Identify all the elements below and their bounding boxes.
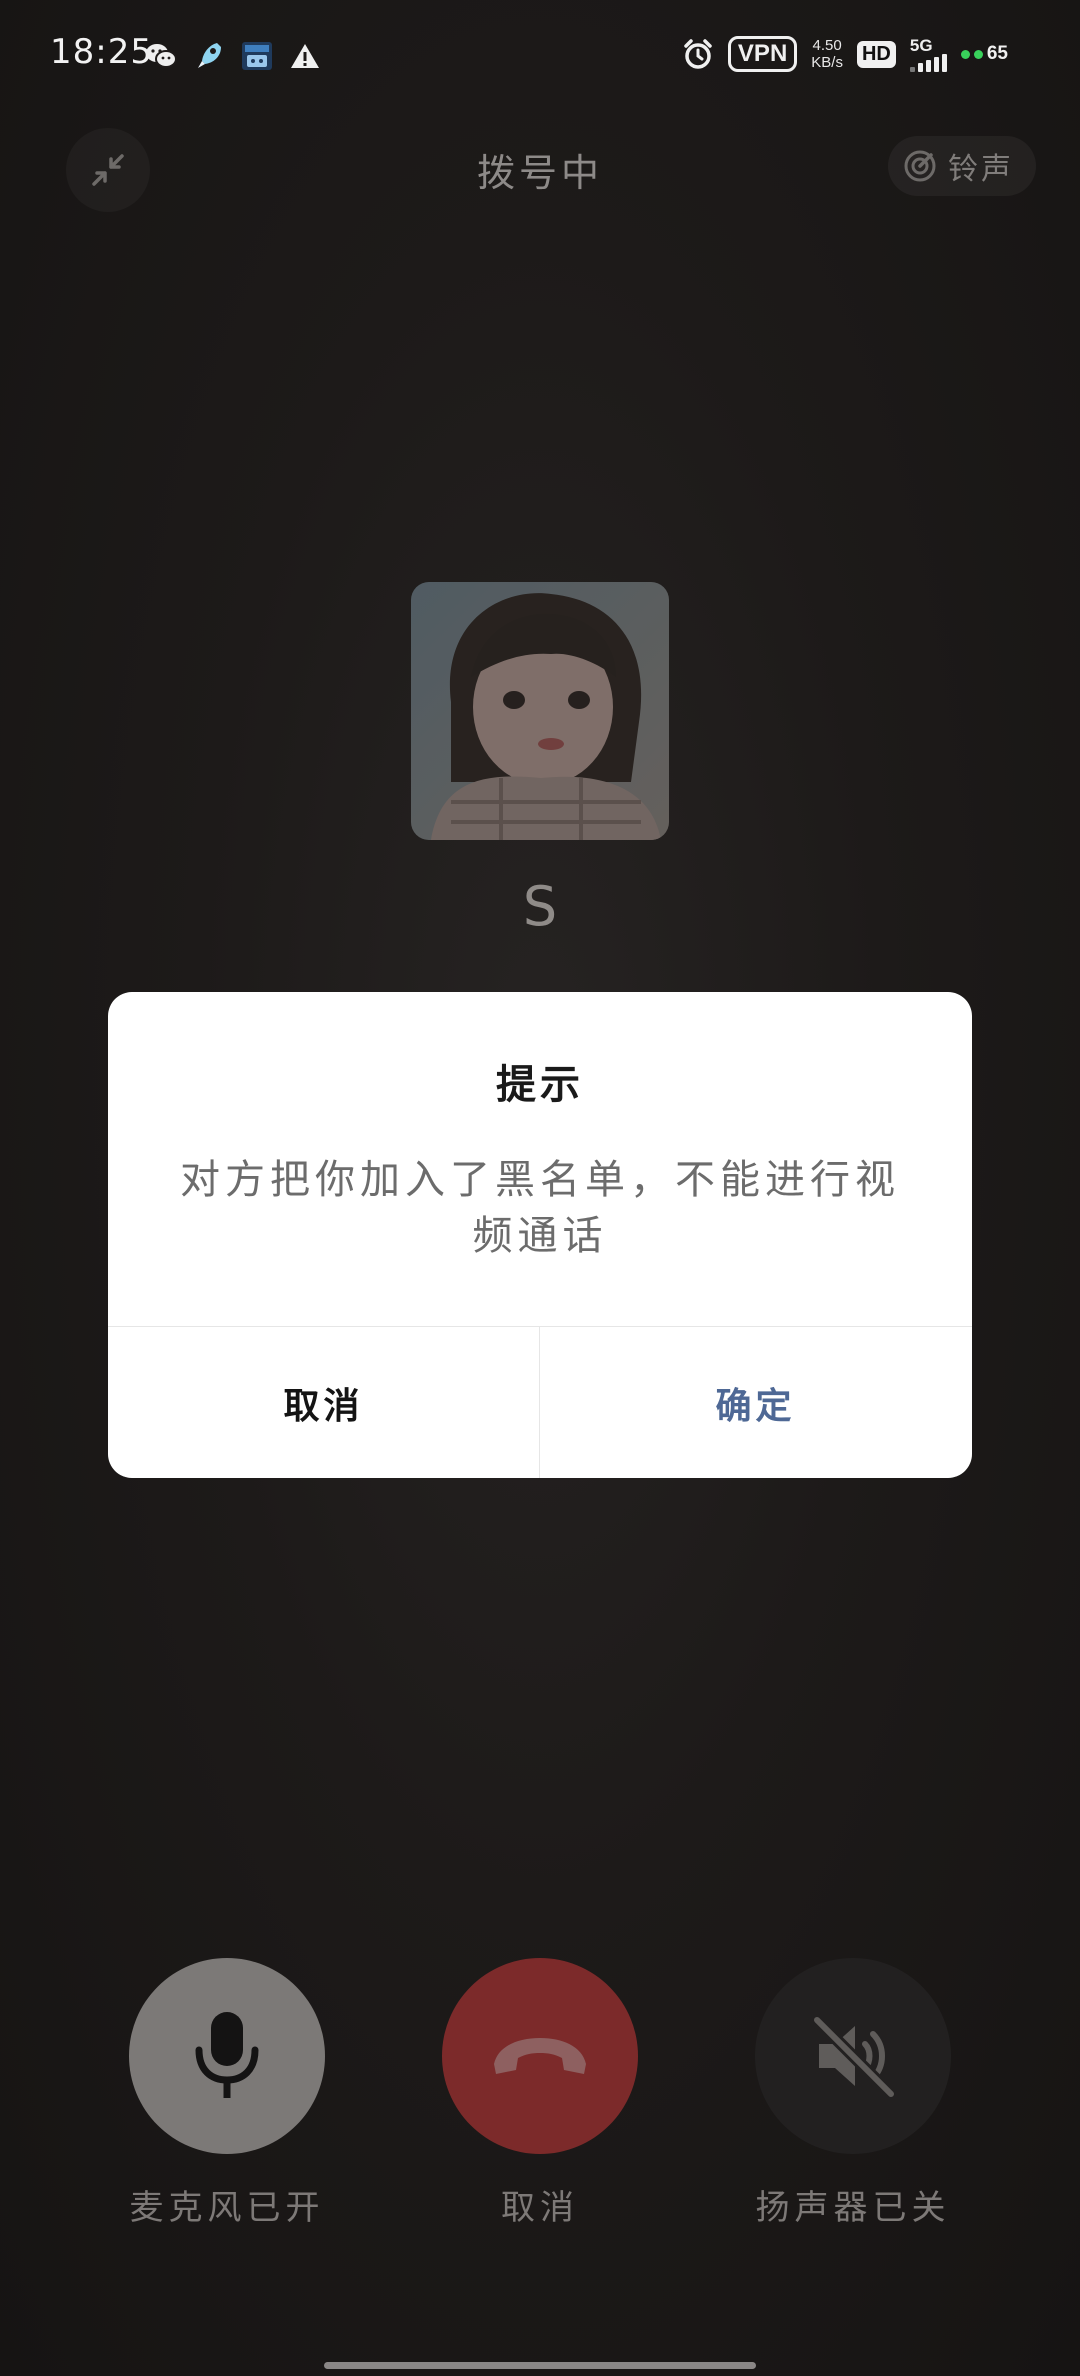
alarm-icon: [682, 38, 714, 70]
warning-icon: [289, 40, 321, 72]
ringtone-label: 铃声: [948, 152, 1014, 187]
net-speed: 4.50 KB/s: [811, 37, 843, 71]
battery-indicator: 65: [960, 43, 1008, 65]
dialog-cancel-button[interactable]: 取消: [108, 1327, 539, 1478]
ringtone-button[interactable]: 铃声: [888, 136, 1036, 196]
net-speed-unit: KB/s: [811, 54, 843, 71]
contact-name: S: [522, 875, 558, 938]
speaker-muted-icon: [811, 2014, 897, 2100]
rocket-icon: [193, 40, 225, 72]
vpn-badge: VPN: [727, 36, 798, 72]
cellular-signal: 5G: [909, 35, 947, 72]
home-indicator[interactable]: [324, 2362, 756, 2369]
battery-dot-icon: [973, 49, 983, 59]
dialog-message: 对方把你加入了黑名单，不能进行视频通话: [180, 1157, 900, 1259]
dialog-title: 提示: [496, 1062, 584, 1108]
status-right-icons: VPN 4.50 KB/s HD 5G 65: [682, 36, 1008, 72]
hang-up-button[interactable]: [442, 1958, 638, 2154]
microphone-button[interactable]: [129, 1958, 325, 2154]
microphone-icon: [195, 2012, 259, 2098]
battery-level: 65: [986, 43, 1008, 64]
microphone-label: 麦克风已开: [129, 2188, 325, 2228]
battery-dot-icon: [960, 49, 970, 59]
speaker-label: 扬声器已关: [755, 2188, 951, 2228]
signal-bars-icon: [909, 53, 947, 72]
network-type: 5G: [909, 35, 933, 55]
hang-up-label: 取消: [501, 2188, 579, 2228]
avatar-image: [411, 582, 669, 840]
hd-badge: HD: [856, 40, 896, 68]
hang-up-phone-icon: [494, 2038, 586, 2074]
speaker-button[interactable]: [755, 1958, 951, 2154]
status-bar: 18:25 VPN 4.50 KB/s HD 5G 65: [0, 0, 1080, 110]
wechat-icon: [145, 40, 177, 72]
notification-icons: [145, 40, 321, 72]
ringtone-icon: [904, 150, 936, 182]
net-speed-value: 4.50: [812, 37, 842, 54]
status-time: 18:25: [50, 32, 153, 72]
contact-avatar: [411, 582, 669, 840]
blacklist-dialog: 提示 对方把你加入了黑名单，不能进行视频通话 取消 确定: [108, 992, 972, 1478]
dialog-confirm-button[interactable]: 确定: [540, 1327, 971, 1478]
bilibili-icon: [241, 40, 273, 72]
